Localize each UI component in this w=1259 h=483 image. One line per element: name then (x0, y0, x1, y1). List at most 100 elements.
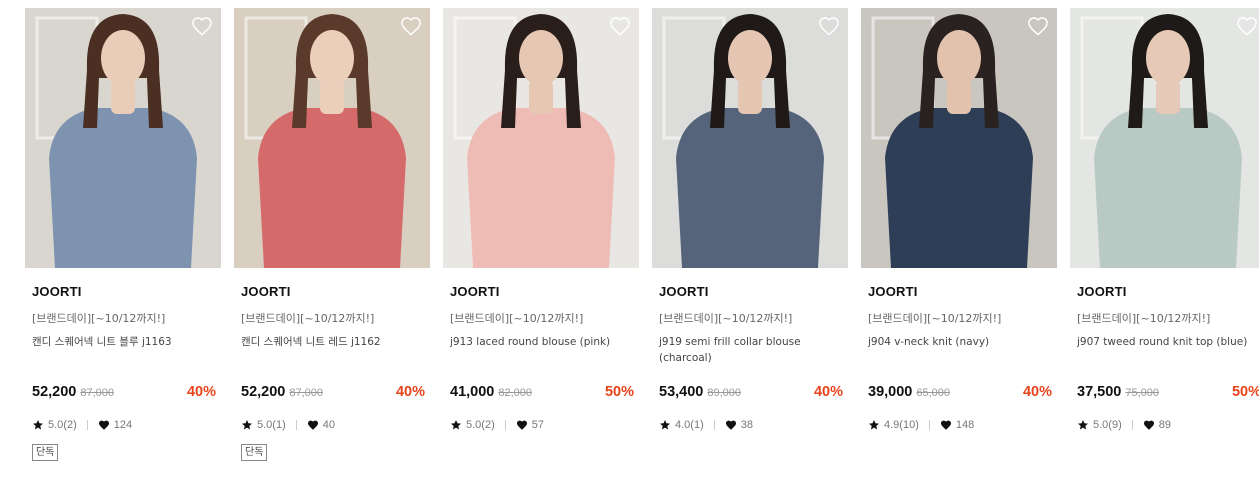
promo-text: [브랜드데이][~10/12까지!] (32, 312, 166, 325)
product-name[interactable]: j904 v-neck knit (navy) (868, 334, 1050, 350)
wishlist-heart-icon[interactable] (818, 16, 840, 36)
product-image[interactable] (25, 8, 221, 268)
original-price: 65,000 (916, 387, 951, 399)
like-count: 57 (531, 419, 544, 431)
product-photo (1070, 8, 1259, 268)
brand-name[interactable]: JOORTI (659, 284, 709, 299)
original-price: 82,000 (498, 387, 533, 399)
brand-name[interactable]: JOORTI (32, 284, 82, 299)
brand-name[interactable]: JOORTI (1077, 284, 1127, 299)
promo-text: [브랜드데이][~10/12까지!] (450, 312, 584, 325)
product-name[interactable]: j907 tweed round knit top (blue) (1077, 334, 1259, 350)
heart-filled-icon (1143, 419, 1155, 431)
product-photo (25, 8, 221, 268)
wishlist-heart-icon[interactable] (609, 16, 631, 36)
like-count: 38 (740, 419, 753, 431)
star-icon (450, 419, 462, 431)
product-card[interactable]: JOORTI [브랜드데이][~10/12까지!] 캔디 스퀘어넥 니트 레드 … (234, 0, 430, 483)
meta-divider (86, 420, 88, 430)
price-row: 52,200 87,000 40% (241, 384, 425, 404)
heart-filled-icon (725, 419, 737, 431)
promo-text: [브랜드데이][~10/12까지!] (659, 312, 793, 325)
original-price: 75,000 (1125, 387, 1160, 399)
meta-divider (713, 420, 715, 430)
original-price: 89,000 (707, 387, 742, 399)
product-name[interactable]: 캔디 스퀘어넥 니트 블루 j1163 (32, 334, 214, 350)
rating-text: 4.0(1) (675, 419, 704, 431)
wishlist-heart-icon[interactable] (191, 16, 213, 36)
discount-rate: 40% (1022, 384, 1052, 400)
review-meta: 4.9(10) 148 (868, 419, 974, 431)
product-card[interactable]: JOORTI [브랜드데이][~10/12까지!] j907 tweed rou… (1070, 0, 1259, 483)
product-name[interactable]: j919 semi frill collar blouse (charcoal) (659, 334, 841, 366)
like-count: 40 (322, 419, 335, 431)
product-photo (234, 8, 430, 268)
rating-text: 5.0(1) (257, 419, 286, 431)
sale-price-value: 41,000 (450, 384, 495, 400)
sale-price-value: 37,500 (1077, 384, 1122, 400)
price-row: 41,000 82,000 50% (450, 384, 634, 404)
sale-price: 52,200 87,000 (32, 384, 114, 400)
sale-price: 52,200 87,000 (241, 384, 323, 400)
like-count: 124 (113, 419, 133, 431)
discount-rate: 40% (186, 384, 216, 400)
discount-rate: 40% (813, 384, 843, 400)
product-image[interactable] (1070, 8, 1259, 268)
heart-filled-icon (940, 419, 952, 431)
rating-text: 5.0(9) (1093, 419, 1122, 431)
star-icon (868, 419, 880, 431)
product-name[interactable]: 캔디 스퀘어넥 니트 레드 j1162 (241, 334, 423, 350)
exclusive-badge: 단독 (241, 444, 268, 461)
rating-text: 4.9(10) (884, 419, 919, 431)
star-icon (659, 419, 671, 431)
wishlist-heart-icon[interactable] (1236, 16, 1258, 36)
brand-name[interactable]: JOORTI (241, 284, 291, 299)
original-price: 87,000 (80, 387, 115, 399)
sale-price: 41,000 82,000 (450, 384, 532, 400)
product-image[interactable] (861, 8, 1057, 268)
exclusive-badge: 단독 (32, 444, 59, 461)
price-row: 37,500 75,000 50% (1077, 384, 1259, 404)
wishlist-heart-icon[interactable] (1027, 16, 1049, 36)
rating-text: 5.0(2) (466, 419, 495, 431)
heart-filled-icon (516, 419, 528, 431)
review-meta: 4.0(1) 38 (659, 419, 753, 431)
sale-price: 53,400 89,000 (659, 384, 741, 400)
product-card[interactable]: JOORTI [브랜드데이][~10/12까지!] j913 laced rou… (443, 0, 639, 483)
heart-filled-icon (98, 419, 110, 431)
sale-price-value: 39,000 (868, 384, 913, 400)
sale-price: 39,000 65,000 (868, 384, 950, 400)
product-image[interactable] (234, 8, 430, 268)
meta-divider (504, 420, 506, 430)
sale-price-value: 52,200 (241, 384, 286, 400)
brand-name[interactable]: JOORTI (450, 284, 500, 299)
promo-text: [브랜드데이][~10/12까지!] (868, 312, 1002, 325)
meta-divider (928, 420, 930, 430)
sale-price-value: 53,400 (659, 384, 704, 400)
wishlist-heart-icon[interactable] (400, 16, 422, 36)
star-icon (1077, 419, 1089, 431)
discount-rate: 50% (604, 384, 634, 400)
brand-name[interactable]: JOORTI (868, 284, 918, 299)
review-meta: 5.0(1) 40 (241, 419, 335, 431)
product-photo (443, 8, 639, 268)
price-row: 52,200 87,000 40% (32, 384, 216, 404)
discount-rate: 40% (395, 384, 425, 400)
discount-rate: 50% (1231, 384, 1259, 400)
product-name[interactable]: j913 laced round blouse (pink) (450, 334, 632, 350)
product-image[interactable] (652, 8, 848, 268)
like-count: 89 (1158, 419, 1171, 431)
meta-divider (1131, 420, 1133, 430)
like-count: 148 (955, 419, 975, 431)
product-card[interactable]: JOORTI [브랜드데이][~10/12까지!] j919 semi fril… (652, 0, 848, 483)
promo-text: [브랜드데이][~10/12까지!] (1077, 312, 1211, 325)
rating-text: 5.0(2) (48, 419, 77, 431)
product-photo (652, 8, 848, 268)
heart-filled-icon (307, 419, 319, 431)
price-row: 53,400 89,000 40% (659, 384, 843, 404)
product-photo (861, 8, 1057, 268)
review-meta: 5.0(2) 124 (32, 419, 132, 431)
product-image[interactable] (443, 8, 639, 268)
product-card[interactable]: JOORTI [브랜드데이][~10/12까지!] j904 v-neck kn… (861, 0, 1057, 483)
product-card[interactable]: JOORTI [브랜드데이][~10/12까지!] 캔디 스퀘어넥 니트 블루 … (25, 0, 221, 483)
